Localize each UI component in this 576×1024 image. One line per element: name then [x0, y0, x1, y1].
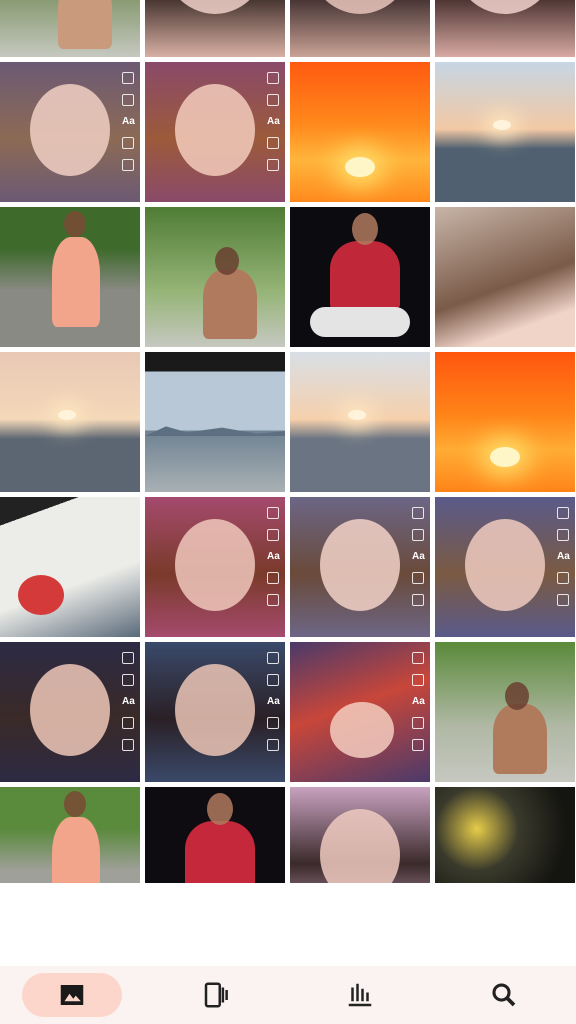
photo-thumbnail[interactable]: Aa: [145, 497, 285, 637]
photo-thumbnail[interactable]: [435, 62, 575, 202]
photo-thumbnail[interactable]: [290, 352, 430, 492]
photo-thumbnail[interactable]: [435, 0, 575, 57]
photo-thumbnail[interactable]: Aa: [0, 642, 140, 782]
library-icon: [348, 983, 372, 1007]
photo-grid: Aa Aa Aa Aa Aa Aa Aa Aa: [0, 0, 576, 883]
photo-thumbnail[interactable]: [435, 352, 575, 492]
nav-photos[interactable]: [22, 973, 122, 1017]
photo-thumbnail[interactable]: Aa: [435, 497, 575, 637]
photo-thumbnail[interactable]: [145, 787, 285, 883]
photo-thumbnail[interactable]: [0, 352, 140, 492]
photo-thumbnail[interactable]: [145, 352, 285, 492]
photo-thumbnail[interactable]: [145, 0, 285, 57]
search-icon: [492, 983, 516, 1007]
photo-thumbnail[interactable]: [0, 0, 140, 57]
nav-albums[interactable]: [310, 973, 410, 1017]
nav-search[interactable]: [454, 973, 554, 1017]
photo-thumbnail[interactable]: Aa: [290, 497, 430, 637]
image-icon: [60, 985, 84, 1005]
photo-thumbnail[interactable]: [0, 207, 140, 347]
photo-thumbnail[interactable]: [0, 497, 140, 637]
photo-thumbnail[interactable]: [435, 642, 575, 782]
photo-thumbnail[interactable]: Aa: [145, 642, 285, 782]
photo-thumbnail[interactable]: [145, 207, 285, 347]
photo-thumbnail[interactable]: [0, 787, 140, 883]
photo-thumbnail[interactable]: [435, 207, 575, 347]
photo-thumbnail[interactable]: Aa: [0, 62, 140, 202]
photo-thumbnail[interactable]: [290, 787, 430, 883]
nav-videos[interactable]: [166, 973, 266, 1017]
photo-thumbnail[interactable]: [290, 62, 430, 202]
video-clips-icon: [204, 982, 228, 1008]
photo-thumbnail[interactable]: [435, 787, 575, 883]
photo-thumbnail[interactable]: [290, 0, 430, 57]
photo-thumbnail[interactable]: Aa: [290, 642, 430, 782]
bottom-navigation: [0, 966, 576, 1024]
photo-thumbnail[interactable]: [290, 207, 430, 347]
photo-thumbnail[interactable]: Aa: [145, 62, 285, 202]
